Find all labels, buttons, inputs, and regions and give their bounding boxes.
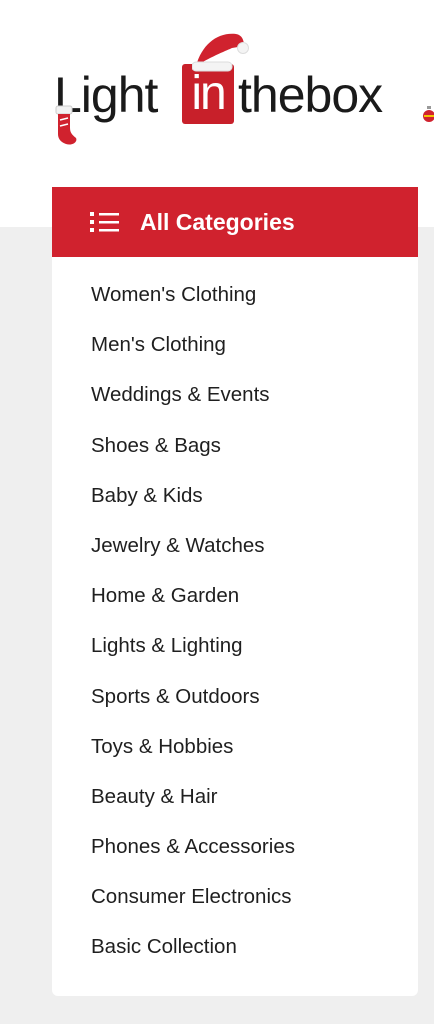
ornament-icon (423, 106, 434, 122)
list-icon (90, 212, 119, 232)
category-list: Women's Clothing Men's Clothing Weddings… (52, 257, 418, 984)
category-item-weddings-events[interactable]: Weddings & Events (52, 381, 418, 431)
all-categories-button[interactable]: All Categories (52, 187, 418, 257)
category-item-consumer-electronics[interactable]: Consumer Electronics (52, 883, 418, 933)
site-logo[interactable]: Light in thebox (50, 26, 434, 146)
category-panel: All Categories Women's Clothing Men's Cl… (52, 187, 418, 996)
category-item-phones-accessories[interactable]: Phones & Accessories (52, 833, 418, 883)
santa-hat-icon (192, 33, 249, 72)
all-categories-label: All Categories (140, 208, 295, 235)
category-item-beauty-hair[interactable]: Beauty & Hair (52, 783, 418, 833)
category-item-sports-outdoors[interactable]: Sports & Outdoors (52, 683, 418, 733)
logo-text-in: in (191, 67, 226, 120)
category-item-basic-collection[interactable]: Basic Collection (52, 933, 418, 983)
category-item-lights-lighting[interactable]: Lights & Lighting (52, 632, 418, 682)
logo-text-thebox: thebox (238, 67, 383, 123)
stocking-icon (55, 105, 77, 145)
category-item-baby-kids[interactable]: Baby & Kids (52, 482, 418, 532)
category-item-toys-hobbies[interactable]: Toys & Hobbies (52, 733, 418, 783)
category-item-womens-clothing[interactable]: Women's Clothing (52, 281, 418, 331)
category-item-shoes-bags[interactable]: Shoes & Bags (52, 432, 418, 482)
category-item-mens-clothing[interactable]: Men's Clothing (52, 331, 418, 381)
logo-in-box: in (182, 64, 234, 124)
category-item-home-garden[interactable]: Home & Garden (52, 582, 418, 632)
category-item-jewelry-watches[interactable]: Jewelry & Watches (52, 532, 418, 582)
